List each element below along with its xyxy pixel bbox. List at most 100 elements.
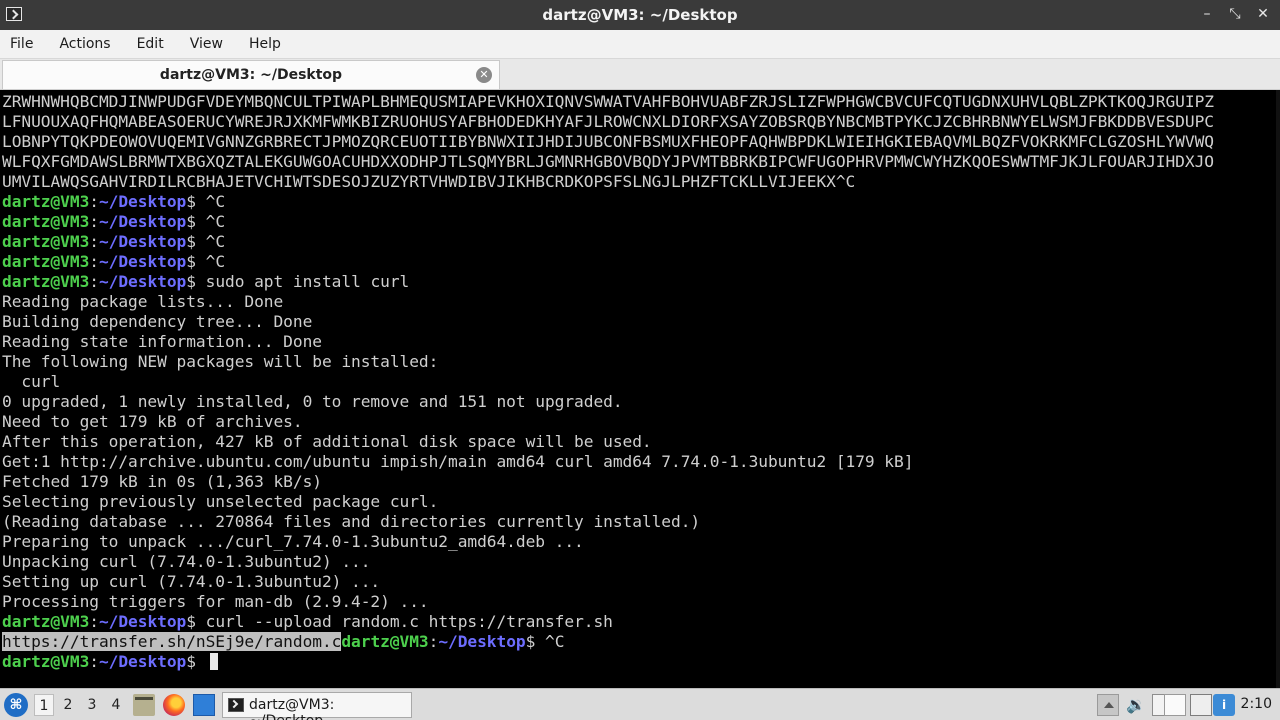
prompt-line: dartz@VM3:~/Desktop$ ^C <box>2 252 225 272</box>
prompt-user: dartz@VM3 <box>2 652 90 671</box>
prompt-path: ~/Desktop <box>98 232 187 251</box>
prompt-user: dartz@VM3 <box>2 232 90 251</box>
close-icon[interactable]: ✕ <box>1254 5 1272 23</box>
volume-icon[interactable]: 🔉 <box>1125 694 1147 716</box>
prompt-sep: : <box>89 192 99 211</box>
prompt-dollar: $ <box>525 632 536 651</box>
terminal-line: Setting up curl (7.74.0-1.3ubuntu2) ... <box>2 572 381 591</box>
terminal-line: Processing triggers for man-db (2.9.4-2)… <box>2 592 429 611</box>
command-text: curl --upload random.c https://transfer.… <box>195 612 613 631</box>
terminal-line: After this operation, 427 kB of addition… <box>2 432 652 451</box>
file-manager-icon[interactable] <box>133 694 155 716</box>
prompt-line: dartz@VM3:~/Desktop$ ^C <box>2 232 225 252</box>
prompt-user: dartz@VM3 <box>2 212 90 231</box>
terminal-line: (Reading database ... 270864 files and d… <box>2 512 701 531</box>
terminal-line: LOBNPYTQKPDEOWOVUQEMIVGNNZGRBRECTJPMOZQR… <box>2 132 1214 151</box>
terminal-line: Building dependency tree... Done <box>2 312 313 331</box>
terminal-line: curl <box>2 372 61 391</box>
prompt-user: dartz@VM3 <box>2 252 90 271</box>
selected-url[interactable]: https://transfer.sh/nSEj9e/random.c <box>2 632 341 651</box>
command-text: ^C <box>195 232 226 251</box>
terminal-line: WLFQXFGMDAWSLBRMWTXBGXQZTALEKGUWGOACUHDX… <box>2 152 1214 171</box>
command-text <box>196 652 206 671</box>
taskbar: ⌘ 1 2 3 4 dartz@VM3: ~/Desktop 🔉 i 2:10 <box>0 688 1280 720</box>
window-title: dartz@VM3: ~/Desktop <box>542 6 738 24</box>
terminal-output[interactable]: ZRWHNWHQBCMDJINWPUDGFVDEYMBQNCULTPIWAPLB… <box>0 90 1280 688</box>
prompt-path: ~/Desktop <box>98 252 187 271</box>
prompt-sep: : <box>89 652 99 671</box>
prompt-line: dartz@VM3:~/Desktop$ ^C <box>2 212 225 232</box>
tab-label: dartz@VM3: ~/Desktop <box>159 67 343 83</box>
tray-expand-icon[interactable] <box>1097 694 1119 716</box>
prompt-path: ~/Desktop <box>98 612 187 631</box>
minimize-icon[interactable]: – <box>1198 5 1216 23</box>
terminal-line: Unpacking curl (7.74.0-1.3ubuntu2) ... <box>2 552 371 571</box>
terminal-line: LFNUOUXAQFHQMABEASOERUCYWREJRJXKMFWMKBIZ… <box>2 112 1214 131</box>
tab-bar: dartz@VM3: ~/Desktop ✕ <box>0 59 1280 90</box>
prompt-sep: : <box>89 252 99 271</box>
prompt-line: dartz@VM3:~/Desktop$ sudo apt install cu… <box>2 272 409 292</box>
taskbar-window-button[interactable]: dartz@VM3: ~/Desktop <box>222 692 412 720</box>
menu-edit[interactable]: Edit <box>137 36 164 52</box>
menu-actions[interactable]: Actions <box>59 36 110 52</box>
command-text: ^C <box>195 192 226 211</box>
prompt-line: dartz@VM3:~/Desktop$ curl --upload rando… <box>2 612 613 632</box>
command-text: ^C <box>195 212 226 231</box>
prompt-dollar: $ <box>186 212 196 231</box>
menu-help[interactable]: Help <box>249 36 281 52</box>
display-icon[interactable] <box>1190 694 1212 716</box>
terminal-icon <box>228 698 244 712</box>
prompt-path: ~/Desktop <box>98 272 187 291</box>
terminal-line: Need to get 179 kB of archives. <box>2 412 303 431</box>
command-text: sudo apt install curl <box>195 272 410 291</box>
menu-view[interactable]: View <box>190 36 223 52</box>
prompt-dollar: $ <box>186 252 196 271</box>
terminal-line: Reading state information... Done <box>2 332 322 351</box>
prompt-line: dartz@VM3:~/Desktop$ ^C <box>2 192 225 212</box>
prompt-dollar: $ <box>186 192 196 211</box>
prompt-user: dartz@VM3 <box>2 192 90 211</box>
terminal-line: Reading package lists... Done <box>2 292 284 311</box>
start-menu-icon[interactable]: ⌘ <box>4 693 28 717</box>
text-cursor <box>209 653 218 670</box>
prompt-sep: : <box>89 212 99 231</box>
tab-terminal[interactable]: dartz@VM3: ~/Desktop ✕ <box>2 60 500 89</box>
prompt-sep: : <box>89 272 99 291</box>
tab-close-icon[interactable]: ✕ <box>476 67 492 83</box>
taskbar-window-label: dartz@VM3: ~/Desktop <box>249 697 335 720</box>
maximize-icon[interactable]: ⤡ <box>1226 5 1244 23</box>
prompt-path: ~/Desktop <box>98 652 187 671</box>
update-notifier-icon[interactable]: i <box>1213 694 1235 716</box>
workspace-1[interactable]: 1 <box>34 694 54 716</box>
menu-bar: File Actions Edit View Help <box>0 30 1280 59</box>
title-bar: dartz@VM3: ~/Desktop – ⤡ ✕ <box>0 0 1280 30</box>
prompt-sep: : <box>428 632 439 651</box>
terminal-line: UMVILAWQSGAHVIRDILRCBHAJETVCHIWTSDESOJZU… <box>2 172 856 191</box>
workspace-3[interactable]: 3 <box>82 694 102 716</box>
workspace-4[interactable]: 4 <box>106 694 126 716</box>
terminal-line: Preparing to unpack .../curl_7.74.0-1.3u… <box>2 532 584 551</box>
prompt-dollar: $ <box>186 232 196 251</box>
workspace-2[interactable]: 2 <box>58 694 78 716</box>
firefox-icon[interactable] <box>163 694 185 716</box>
terminal-line: Selecting previously unselected package … <box>2 492 439 511</box>
prompt-line: https://transfer.sh/nSEj9e/random.cdartz… <box>2 632 564 652</box>
prompt-sep: : <box>89 232 99 251</box>
terminal-line: Fetched 179 kB in 0s (1,363 kB/s) <box>2 472 322 491</box>
scrollbar[interactable] <box>1276 90 1280 688</box>
terminal-line: Get:1 http://archive.ubuntu.com/ubuntu i… <box>2 452 914 471</box>
terminal-line: ZRWHNWHQBCMDJINWPUDGFVDEYMBQNCULTPIWAPLB… <box>2 92 1214 111</box>
desktop-icon[interactable] <box>193 694 215 716</box>
terminal-line: The following NEW packages will be insta… <box>2 352 439 371</box>
menu-file[interactable]: File <box>10 36 33 52</box>
prompt-path: ~/Desktop <box>98 212 187 231</box>
prompt-dollar: $ <box>186 652 196 671</box>
window-controls: – ⤡ ✕ <box>1198 5 1272 23</box>
prompt-path: ~/Desktop <box>438 632 526 651</box>
prompt-sep: : <box>89 612 99 631</box>
clock[interactable]: 2:10 <box>1241 696 1272 712</box>
prompt-dollar: $ <box>186 272 196 291</box>
prompt-user: dartz@VM3 <box>341 632 429 651</box>
terminal-line: 0 upgraded, 1 newly installed, 0 to remo… <box>2 392 623 411</box>
clipboard-icon[interactable] <box>1164 694 1186 716</box>
